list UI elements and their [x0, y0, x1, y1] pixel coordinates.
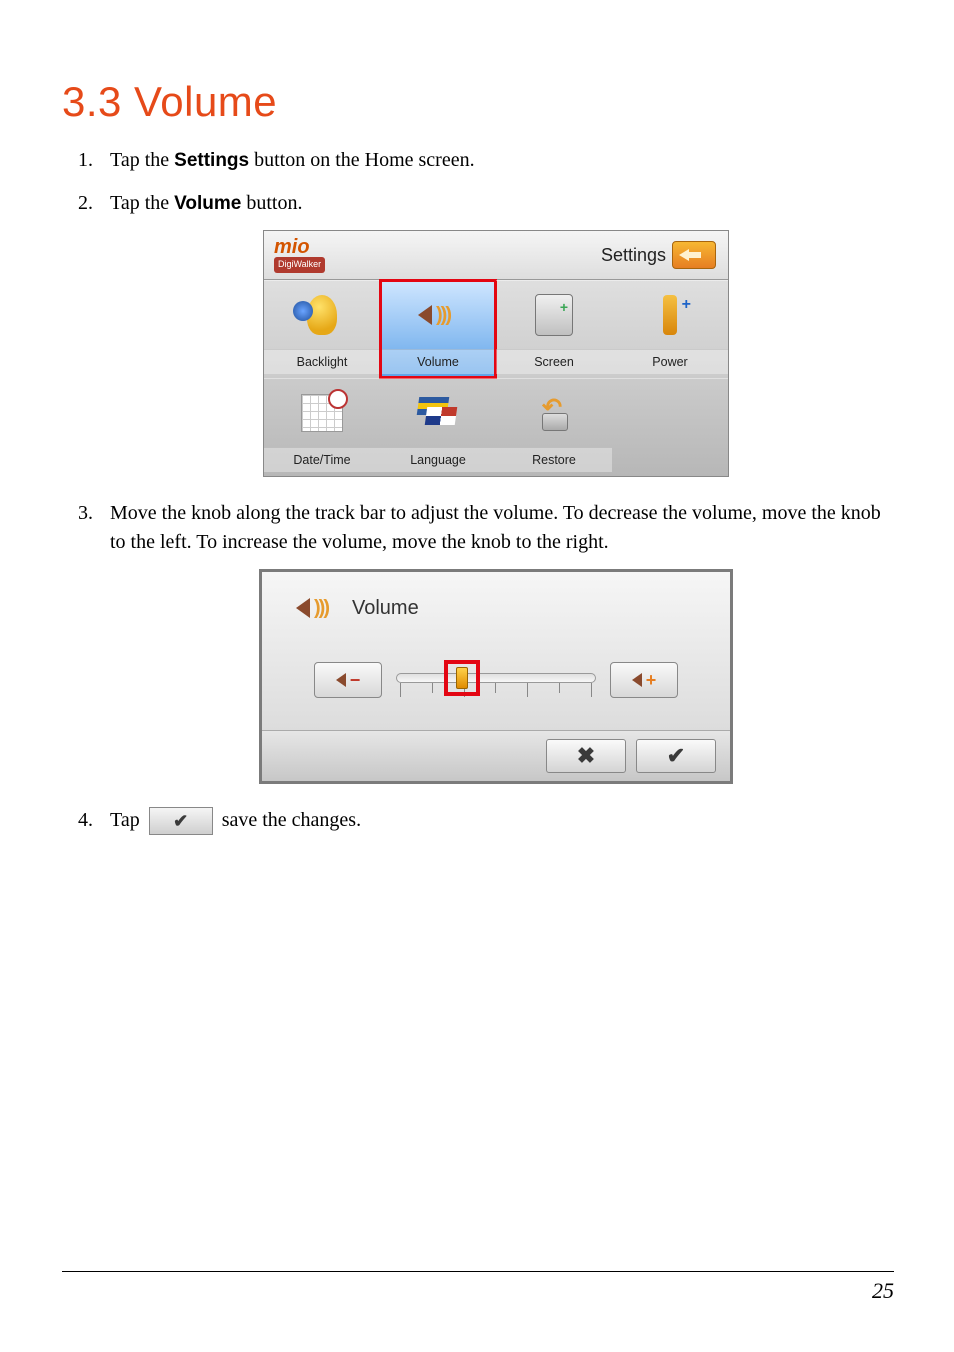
page-number: 25: [872, 1278, 894, 1303]
restore-icon: [536, 395, 572, 431]
step-3-text: Move the knob along the track bar to adj…: [110, 502, 881, 553]
battery-icon: [663, 295, 677, 335]
volume-header: Volume: [262, 572, 730, 658]
close-icon: ✖: [577, 745, 595, 767]
settings-title: Settings: [601, 242, 666, 268]
speaker-icon: [292, 588, 340, 628]
check-icon: ✔: [173, 812, 188, 830]
volume-slider-row: − +: [262, 658, 730, 730]
step-4-text-b: save the changes.: [217, 809, 361, 831]
settings-item-label: Backlight: [264, 349, 380, 374]
screen-icon: [535, 294, 573, 336]
slider-track: [396, 673, 596, 683]
step-4: Tap ✔ save the changes.: [98, 806, 882, 835]
calendar-clock-icon: [301, 394, 343, 432]
inline-confirm-button[interactable]: ✔: [149, 807, 213, 835]
settings-item-restore[interactable]: Restore: [496, 378, 612, 476]
volume-title: Volume: [352, 594, 419, 623]
back-button[interactable]: [672, 241, 716, 269]
slider-knob-highlight: [444, 660, 480, 696]
slider-ticks: [396, 683, 596, 695]
volume-screenshot: Volume −: [259, 569, 733, 784]
minus-icon: −: [350, 667, 361, 693]
settings-item-label: Volume: [380, 349, 496, 374]
step-1-settings-bold: Settings: [174, 150, 249, 171]
steps-list: Tap the Settings button on the Home scre…: [62, 146, 882, 835]
step-1-text-c: button on the Home screen.: [249, 149, 475, 171]
settings-item-datetime[interactable]: Date/Time: [264, 378, 380, 476]
settings-topbar: mio DigiWalker Settings: [264, 231, 728, 280]
settings-grid: Backlight Volume Screen Power: [264, 280, 728, 476]
settings-item-label: Power: [612, 349, 728, 374]
brand-sub: DigiWalker: [274, 257, 325, 272]
check-icon: ✔: [667, 745, 685, 767]
confirm-button[interactable]: ✔: [636, 739, 716, 773]
cancel-button[interactable]: ✖: [546, 739, 626, 773]
settings-screenshot: mio DigiWalker Settings Backlight: [263, 230, 729, 477]
step-2-text-c: button.: [241, 192, 302, 214]
step-2: Tap the Volume button. mio DigiWalker Se…: [98, 189, 882, 477]
settings-item-language[interactable]: Language: [380, 378, 496, 476]
settings-item-empty: [612, 378, 728, 476]
speaker-small-icon: [336, 673, 346, 687]
brand-logo: mio DigiWalker: [270, 237, 325, 272]
page-footer: 25: [62, 1271, 894, 1304]
flags-icon: [418, 397, 458, 429]
settings-item-power[interactable]: Power: [612, 280, 728, 378]
settings-item-screen[interactable]: Screen: [496, 280, 612, 378]
manual-page: 3.3 Volume Tap the Settings button on th…: [0, 0, 954, 1352]
settings-item-label: Language: [380, 447, 496, 472]
volume-decrease-button[interactable]: −: [314, 662, 382, 698]
settings-item-label: Date/Time: [264, 447, 380, 472]
step-2-volume-bold: Volume: [174, 193, 241, 214]
step-2-text-a: Tap the: [110, 192, 174, 214]
volume-slider[interactable]: [396, 663, 596, 697]
speaker-icon: [414, 295, 462, 335]
volume-increase-button[interactable]: +: [610, 662, 678, 698]
settings-item-backlight[interactable]: Backlight: [264, 280, 380, 378]
speaker-small-icon: [632, 673, 642, 687]
settings-item-label: Restore: [496, 447, 612, 472]
volume-footer: ✖ ✔: [262, 730, 730, 781]
step-1-text-a: Tap the: [110, 149, 174, 171]
section-heading: 3.3 Volume: [62, 78, 882, 126]
step-3: Move the knob along the track bar to adj…: [98, 499, 882, 784]
settings-item-volume[interactable]: Volume: [380, 280, 496, 378]
plus-icon: +: [646, 667, 657, 693]
step-4-text-a: Tap: [110, 809, 145, 831]
settings-item-label: Screen: [496, 349, 612, 374]
brand-main: mio: [274, 237, 310, 257]
bulb-icon: [307, 295, 337, 335]
step-1: Tap the Settings button on the Home scre…: [98, 146, 882, 175]
